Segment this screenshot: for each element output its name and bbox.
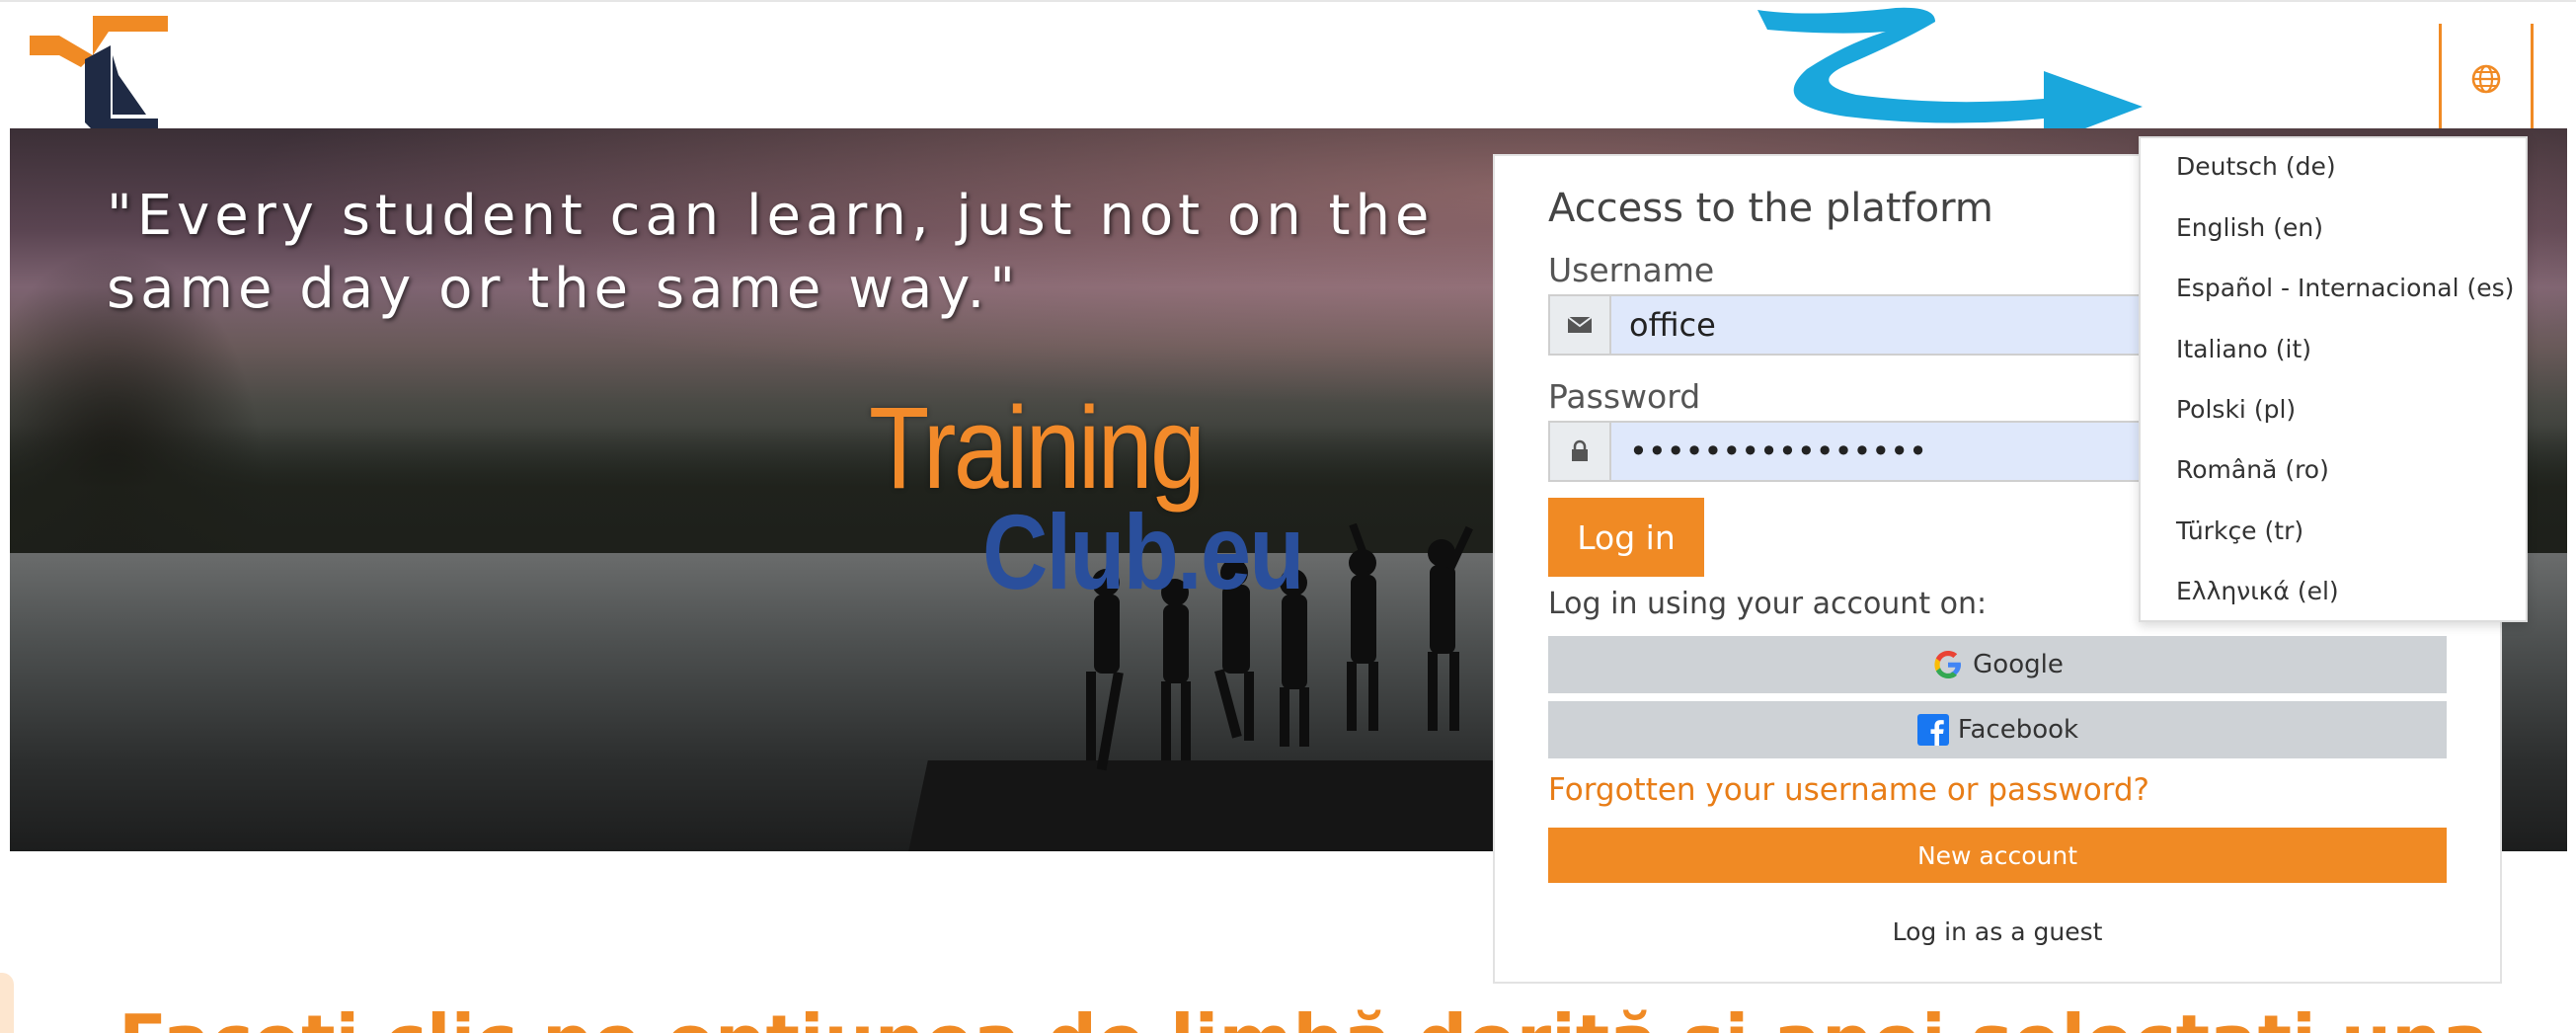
login-button[interactable]: Log in	[1548, 498, 1704, 577]
language-option-de[interactable]: Deutsch (de)	[2176, 152, 2336, 181]
password-value[interactable]: ••••••••••••••••	[1611, 423, 1927, 480]
password-label: Password	[1548, 377, 1701, 416]
language-menu-button[interactable]	[2439, 24, 2534, 134]
brand-club-text: Club.eu	[982, 492, 1304, 611]
facebook-login-button[interactable]: Facebook	[1548, 701, 2447, 758]
facebook-label: Facebook	[1957, 715, 2079, 745]
globe-icon	[2471, 64, 2501, 94]
language-option-tr[interactable]: Türkçe (tr)	[2176, 516, 2303, 545]
language-option-es[interactable]: Español - Internacional (es)	[2176, 274, 2514, 302]
instruction-heading: Faceți clic pe opțiunea de limbă dorită …	[118, 999, 2576, 1033]
google-login-button[interactable]: Google	[1548, 636, 2447, 693]
language-option-it[interactable]: Italiano (it)	[2176, 335, 2311, 363]
language-option-en[interactable]: English (en)	[2176, 213, 2323, 242]
tc-logo-icon[interactable]	[30, 16, 168, 132]
language-option-pl[interactable]: Polski (pl)	[2176, 395, 2296, 424]
language-option-ro[interactable]: Română (ro)	[2176, 455, 2329, 484]
username-label: Username	[1548, 251, 1715, 289]
guest-login-button[interactable]: Log in as a guest	[1548, 907, 2447, 956]
login-using-label: Log in using your account on:	[1548, 587, 1988, 621]
hero-quote: "Every student can learn, just not on th…	[107, 184, 1435, 321]
language-dropdown-menu: Deutsch (de) English (en) Español - Inte…	[2139, 136, 2528, 622]
lock-icon	[1550, 423, 1611, 480]
new-account-button[interactable]: New account	[1548, 828, 2447, 883]
facebook-icon	[1916, 714, 1949, 746]
envelope-icon	[1550, 296, 1611, 354]
username-value[interactable]: office	[1611, 296, 1716, 354]
top-navbar	[0, 0, 2576, 134]
google-label: Google	[1973, 650, 2064, 679]
annotation-arrow-icon	[1757, 7, 2143, 145]
forgot-password-link[interactable]: Forgotten your username or password?	[1548, 772, 2149, 808]
google-icon	[1934, 651, 1962, 678]
login-title: Access to the platform	[1548, 186, 1993, 231]
left-edge-decoration	[0, 973, 14, 1033]
language-option-el[interactable]: Ελληνικά (el)	[2176, 577, 2339, 605]
